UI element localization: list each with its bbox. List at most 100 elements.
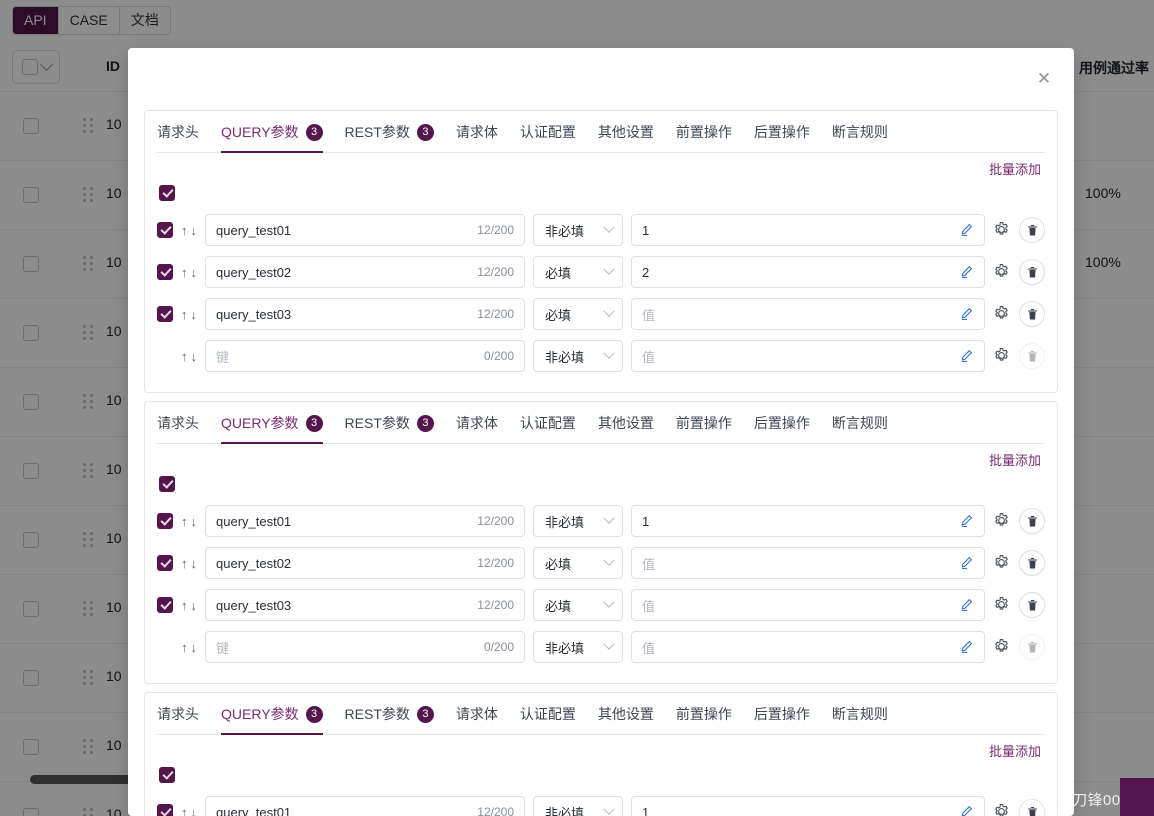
param-required-select[interactable]: 必填 xyxy=(533,256,623,288)
trash-icon[interactable] xyxy=(1026,350,1039,363)
edit-pen-icon[interactable] xyxy=(960,805,974,816)
param-delete-button[interactable] xyxy=(1019,799,1045,816)
param-enabled-checkbox[interactable] xyxy=(157,222,173,238)
arrow-down-icon[interactable]: ↓ xyxy=(191,599,198,612)
param-tab-6[interactable]: 前置操作 xyxy=(676,704,732,734)
param-tab-8[interactable]: 断言规则 xyxy=(832,704,888,734)
batch-add-link[interactable]: 批量添加 xyxy=(989,450,1041,469)
param-key-input[interactable]: query_test01 12/200 xyxy=(205,214,525,246)
param-value-input[interactable]: 值 xyxy=(631,340,985,372)
param-enabled-checkbox[interactable] xyxy=(157,597,173,613)
param-tab-1[interactable]: QUERY参数 3 xyxy=(221,413,323,444)
trash-icon[interactable] xyxy=(1026,557,1039,570)
edit-pen-icon[interactable] xyxy=(960,556,974,570)
trash-icon[interactable] xyxy=(1026,599,1039,612)
param-tab-7[interactable]: 后置操作 xyxy=(754,122,810,152)
arrow-down-icon[interactable]: ↓ xyxy=(191,641,198,654)
arrow-down-icon[interactable]: ↓ xyxy=(191,350,198,363)
param-tab-8[interactable]: 断言规则 xyxy=(832,413,888,443)
param-tab-6[interactable]: 前置操作 xyxy=(676,122,732,152)
trash-icon[interactable] xyxy=(1026,515,1039,528)
reorder-arrows[interactable]: ↑ ↓ xyxy=(181,557,197,570)
param-key-input[interactable]: query_test02 12/200 xyxy=(205,256,525,288)
param-key-input[interactable]: query_test02 12/200 xyxy=(205,547,525,579)
edit-pen-icon[interactable] xyxy=(960,223,974,237)
param-value-input[interactable]: 2 xyxy=(631,256,985,288)
param-tab-1[interactable]: QUERY参数 3 xyxy=(221,704,323,735)
param-tab-6[interactable]: 前置操作 xyxy=(676,413,732,443)
param-tab-3[interactable]: 请求体 xyxy=(456,704,498,734)
reorder-arrows[interactable]: ↑ ↓ xyxy=(181,641,197,654)
select-all-params-checkbox[interactable] xyxy=(159,767,175,783)
param-required-select[interactable]: 必填 xyxy=(533,589,623,621)
arrow-down-icon[interactable]: ↓ xyxy=(191,557,198,570)
param-required-select[interactable]: 非必填 xyxy=(533,631,623,663)
param-settings-button[interactable] xyxy=(993,512,1011,530)
param-value-input[interactable]: 值 xyxy=(631,631,985,663)
gear-icon[interactable] xyxy=(993,803,1010,816)
arrow-down-icon[interactable]: ↓ xyxy=(191,266,198,279)
trash-icon[interactable] xyxy=(1026,266,1039,279)
arrow-up-icon[interactable]: ↑ xyxy=(181,557,188,570)
reorder-arrows[interactable]: ↑ ↓ xyxy=(181,599,197,612)
param-required-select[interactable]: 必填 xyxy=(533,547,623,579)
param-value-input[interactable]: 值 xyxy=(631,298,985,330)
param-tab-3[interactable]: 请求体 xyxy=(456,413,498,443)
arrow-down-icon[interactable]: ↓ xyxy=(191,515,198,528)
param-tab-7[interactable]: 后置操作 xyxy=(754,413,810,443)
reorder-arrows[interactable]: ↑ ↓ xyxy=(181,806,197,816)
arrow-up-icon[interactable]: ↑ xyxy=(181,515,188,528)
param-tab-1[interactable]: QUERY参数 3 xyxy=(221,122,323,153)
trash-icon[interactable] xyxy=(1026,641,1039,654)
gear-icon[interactable] xyxy=(993,263,1010,280)
param-tab-0[interactable]: 请求头 xyxy=(157,413,199,443)
param-settings-button[interactable] xyxy=(993,596,1011,614)
param-tab-4[interactable]: 认证配置 xyxy=(520,413,576,443)
param-tab-4[interactable]: 认证配置 xyxy=(520,122,576,152)
param-key-input[interactable]: query_test03 12/200 xyxy=(205,589,525,621)
param-delete-button[interactable] xyxy=(1019,217,1045,243)
trash-icon[interactable] xyxy=(1026,806,1039,816)
param-delete-button[interactable] xyxy=(1019,259,1045,285)
param-value-input[interactable]: 1 xyxy=(631,796,985,816)
gear-icon[interactable] xyxy=(993,305,1010,322)
param-enabled-checkbox[interactable] xyxy=(157,555,173,571)
trash-icon[interactable] xyxy=(1026,224,1039,237)
param-value-input[interactable]: 1 xyxy=(631,505,985,537)
edit-pen-icon[interactable] xyxy=(960,640,974,654)
param-enabled-checkbox[interactable] xyxy=(157,264,173,280)
arrow-down-icon[interactable]: ↓ xyxy=(191,806,198,816)
param-required-select[interactable]: 必填 xyxy=(533,298,623,330)
reorder-arrows[interactable]: ↑ ↓ xyxy=(181,515,197,528)
select-all-params-checkbox[interactable] xyxy=(159,476,175,492)
param-settings-button[interactable] xyxy=(993,263,1011,281)
param-required-select[interactable]: 非必填 xyxy=(533,796,623,816)
param-tab-0[interactable]: 请求头 xyxy=(157,122,199,152)
reorder-arrows[interactable]: ↑ ↓ xyxy=(181,224,197,237)
param-tab-5[interactable]: 其他设置 xyxy=(598,122,654,152)
arrow-up-icon[interactable]: ↑ xyxy=(181,641,188,654)
reorder-arrows[interactable]: ↑ ↓ xyxy=(181,266,197,279)
param-required-select[interactable]: 非必填 xyxy=(533,505,623,537)
param-tab-0[interactable]: 请求头 xyxy=(157,704,199,734)
arrow-up-icon[interactable]: ↑ xyxy=(181,224,188,237)
param-tab-2[interactable]: REST参数 3 xyxy=(345,122,434,152)
param-delete-button[interactable] xyxy=(1019,508,1045,534)
arrow-down-icon[interactable]: ↓ xyxy=(191,224,198,237)
param-key-input[interactable]: query_test01 12/200 xyxy=(205,796,525,816)
arrow-up-icon[interactable]: ↑ xyxy=(181,308,188,321)
batch-add-link[interactable]: 批量添加 xyxy=(989,159,1041,178)
gear-icon[interactable] xyxy=(993,638,1010,655)
param-tab-3[interactable]: 请求体 xyxy=(456,122,498,152)
edit-pen-icon[interactable] xyxy=(960,598,974,612)
param-delete-button[interactable] xyxy=(1019,592,1045,618)
batch-add-link[interactable]: 批量添加 xyxy=(989,741,1041,760)
param-key-input[interactable]: 键 0/200 xyxy=(205,340,525,372)
edit-pen-icon[interactable] xyxy=(960,349,974,363)
param-settings-button[interactable] xyxy=(993,638,1011,656)
param-tab-2[interactable]: REST参数 3 xyxy=(345,413,434,443)
param-key-input[interactable]: 键 0/200 xyxy=(205,631,525,663)
param-settings-button[interactable] xyxy=(993,347,1011,365)
edit-pen-icon[interactable] xyxy=(960,307,974,321)
param-enabled-checkbox[interactable] xyxy=(157,513,173,529)
